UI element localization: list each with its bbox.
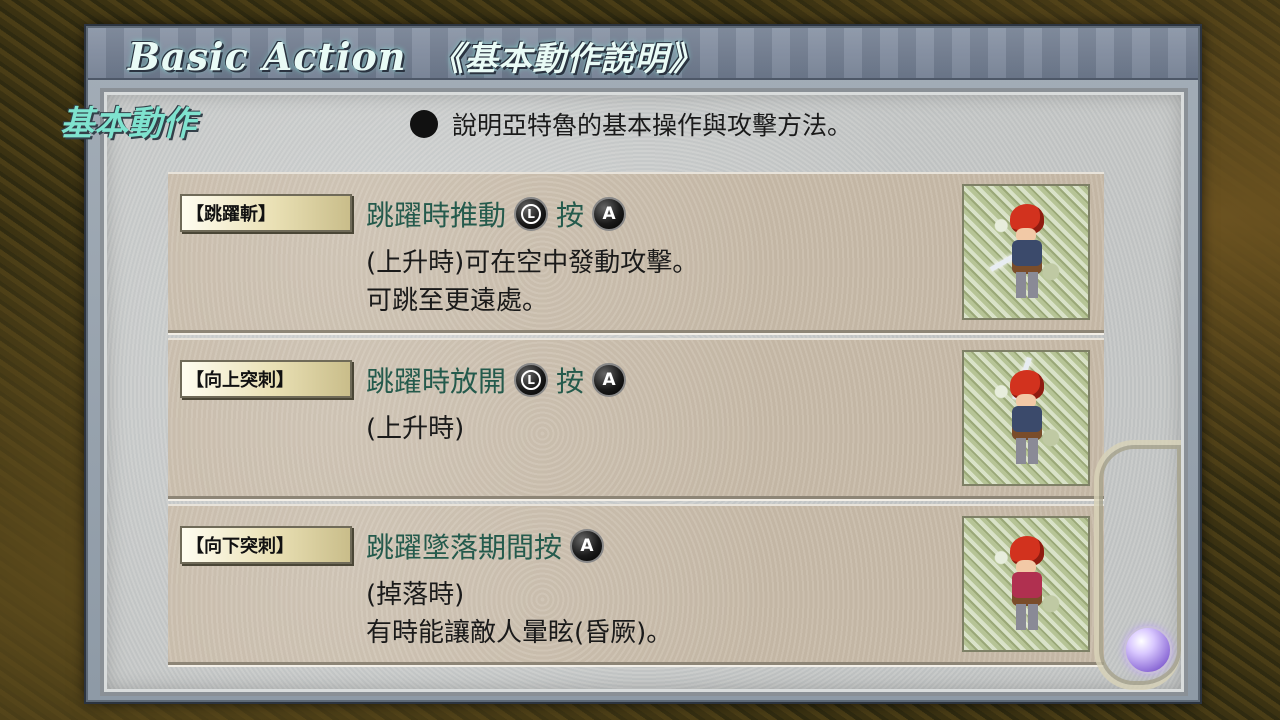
- action-command: 跳躍時推動 L 按 A: [366, 194, 634, 234]
- window-title-text: Basic Action: [128, 34, 407, 79]
- action-tag: 【向上突刺】: [180, 360, 352, 398]
- command-text: 跳躍時推動: [366, 199, 507, 232]
- action-card-downward-thrust: 【向下突刺】 跳躍墜落期間按 A (掉落時) 有時能讓敵人暈眩(昏厥)。: [168, 504, 1104, 665]
- action-detail-1: (上升時)可在空中發動攻擊。: [366, 248, 699, 278]
- section-description-text: 說明亞特魯的基本操作與攻擊方法。: [452, 111, 853, 140]
- action-tag: 【向下突刺】: [180, 526, 352, 564]
- section-description: 說明亞特魯的基本操作與攻擊方法。: [410, 106, 852, 142]
- action-command: 跳躍墜落期間按 A: [366, 526, 612, 566]
- window-subtitle: 《基本動作說明》: [430, 39, 703, 78]
- adol-sprite-icon: [1004, 356, 1050, 466]
- l-stick-icon: L: [514, 197, 549, 231]
- command-text-press: 按: [556, 199, 585, 232]
- l-stick-icon: L: [514, 363, 549, 397]
- purple-orb-icon: [1124, 626, 1172, 674]
- window-title: Basic Action 《基本動作說明》: [128, 32, 703, 80]
- action-command: 跳躍時放開 L 按 A: [366, 360, 634, 400]
- a-button-icon: A: [592, 197, 627, 231]
- action-detail-2: 可跳至更遠處。: [366, 286, 549, 316]
- command-text-press: 按: [556, 365, 585, 398]
- action-card-jump-slash: 【跳躍斬】 跳躍時推動 L 按 A (上升時)可在空中發動攻擊。 可跳至更遠處。: [168, 172, 1104, 333]
- action-tag: 【跳躍斬】: [180, 194, 352, 232]
- adol-sprite-icon: [1004, 536, 1050, 632]
- command-text: 跳躍墜落期間按: [366, 531, 563, 564]
- action-thumbnail: [962, 516, 1090, 652]
- section-title: 基本動作: [60, 104, 196, 144]
- a-button-icon: A: [592, 363, 627, 397]
- a-button-icon: A: [570, 529, 605, 563]
- action-thumbnail: [962, 184, 1090, 320]
- bullet-icon: [410, 110, 438, 138]
- adol-sprite-icon: [989, 204, 1050, 300]
- action-thumbnail: [962, 350, 1090, 486]
- action-detail-2: 有時能讓敵人暈眩(昏厥)。: [366, 618, 673, 648]
- command-text: 跳躍時放開: [366, 365, 507, 398]
- action-detail-1: (上升時): [366, 414, 465, 444]
- action-detail-1: (掉落時): [366, 580, 465, 610]
- action-card-upward-thrust: 【向上突刺】 跳躍時放開 L 按 A (上升時): [168, 338, 1104, 499]
- title-bar: Basic Action 《基本動作說明》: [88, 28, 1198, 80]
